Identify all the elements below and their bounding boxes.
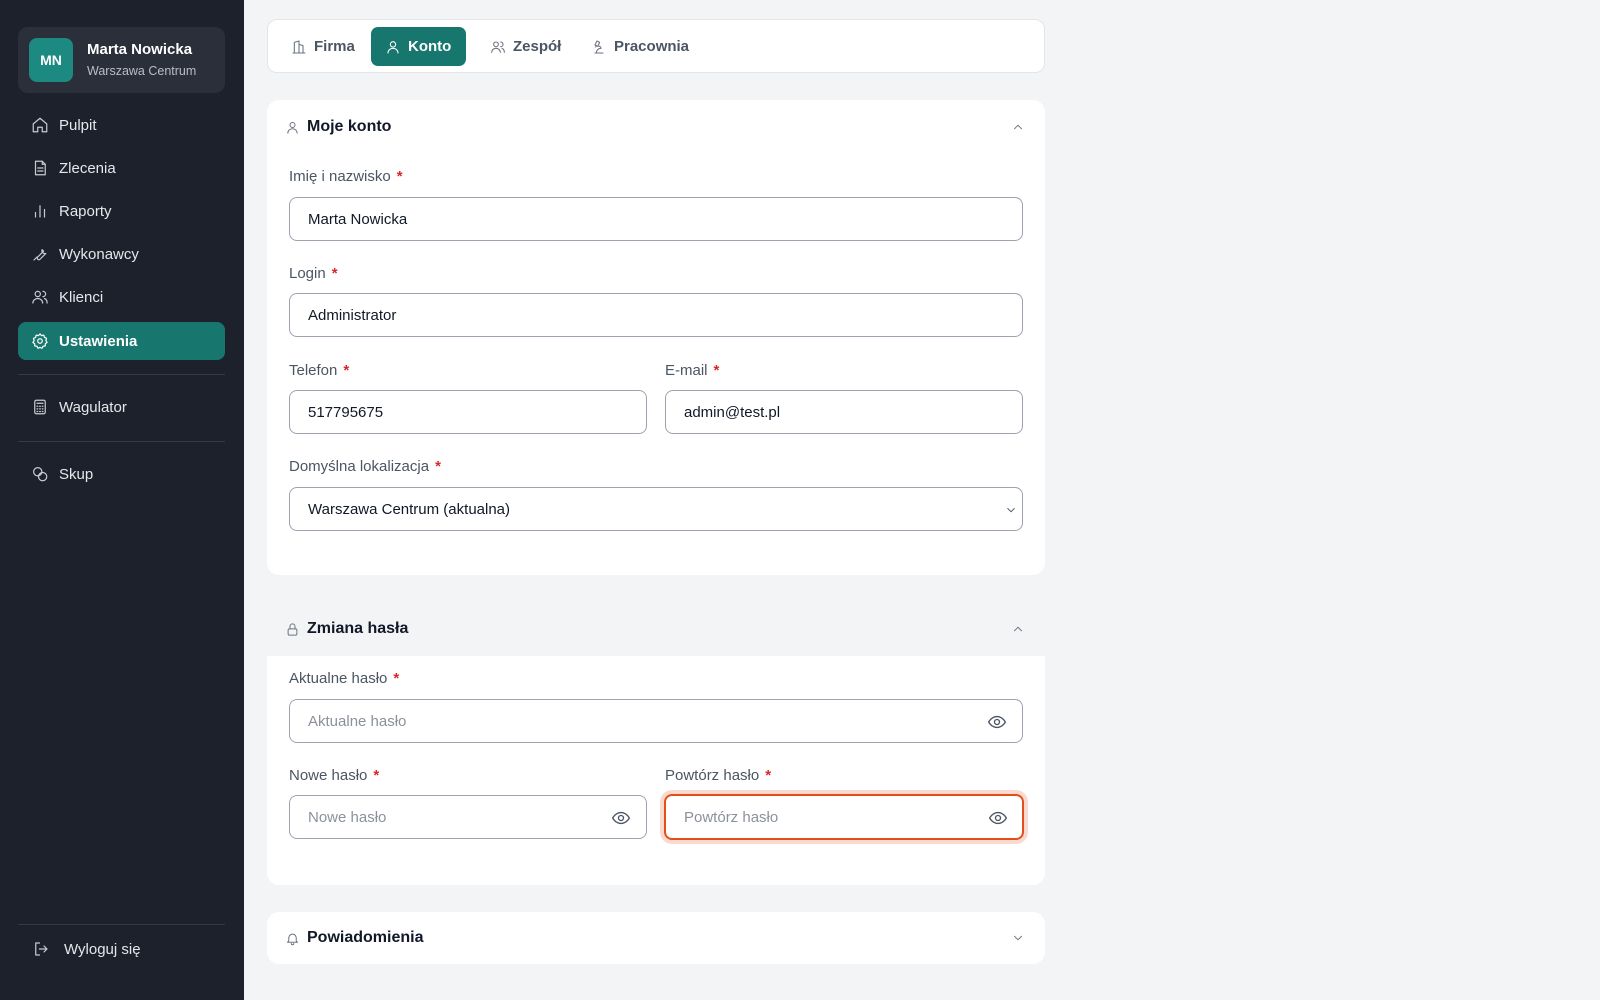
notifications-card-header[interactable]: Powiadomienia [267,912,1045,964]
home-icon [30,115,50,135]
account-card-header[interactable]: Moje konto [267,100,1045,154]
eye-icon[interactable] [988,808,1008,828]
new-password-label: Nowe hasło * [289,767,380,784]
sidebar-item-wykonawcy[interactable]: Wykonawcy [18,235,225,273]
current-password-label: Aktualne hasło * [289,670,400,687]
repeat-password-label: Powtórz hasło * [665,767,772,784]
chevron-up-icon[interactable] [1011,120,1025,134]
user-location: Warszawa Centrum [87,64,197,78]
email-label: E-mail * [665,362,720,379]
sidebar-item-label: Ustawienia [59,332,138,350]
email-field[interactable] [665,390,1023,434]
new-password-input[interactable] [290,796,646,838]
wrench-icon [30,244,50,264]
account-card: Moje konto Imię i nazwisko* Login* Telef… [267,100,1045,575]
name-input[interactable] [290,198,1022,240]
location-select[interactable]: Warszawa Centrum (aktualna) [289,487,1023,531]
user-icon [285,120,300,135]
tab-firma[interactable]: Firma [277,27,370,66]
card-title: Moje konto [307,118,392,135]
phone-field[interactable] [289,390,647,434]
sidebar-item-label: Raporty [59,202,112,220]
sidebar-item-raporty[interactable]: Raporty [18,192,225,230]
logout-label: Wyloguj się [64,940,141,958]
email-input[interactable] [666,391,1022,433]
gear-icon [30,331,50,351]
avatar: MN [29,38,73,82]
microscope-icon [594,39,604,54]
document-icon [30,158,50,178]
calculator-icon [30,397,50,417]
password-card: Zmiana hasła Aktualne hasło * Nowe hasło *… [267,602,1045,885]
sidebar-item-zlecenia[interactable]: Zlecenia [18,149,225,187]
phone-input[interactable] [290,391,646,433]
tab-label: Konto [408,38,452,55]
logout-icon [31,939,51,959]
sidebar-item-wagulator[interactable]: Wagulator [18,388,225,426]
login-input[interactable] [290,294,1022,336]
chevron-up-icon[interactable] [1011,622,1025,636]
sidebar-item-klienci[interactable]: Klienci [18,278,225,316]
card-title: Zmiana hasła [307,620,409,637]
repeat-password-field[interactable] [664,794,1024,840]
chevron-down-icon[interactable] [1011,931,1025,945]
sidebar-item-label: Pulpit [59,116,97,134]
team-icon [491,40,505,53]
building-icon [292,39,306,54]
divider [18,374,225,375]
user-card[interactable]: MN Marta Nowicka Warszawa Centrum [18,27,225,93]
sidebar-item-skup[interactable]: Skup [18,455,225,493]
card-title: Powiadomienia [307,929,424,946]
tab-label: Pracownia [614,38,690,55]
sidebar-item-label: Wagulator [59,398,127,416]
phone-label: Telefon * [289,362,350,379]
user-icon [387,40,399,54]
name-label: Imię i nazwisko * [289,168,403,185]
current-password-input[interactable] [290,700,1022,742]
logout-button[interactable]: Wyloguj się [18,930,225,968]
tab-label: Firma [314,38,355,55]
eye-icon[interactable] [987,712,1007,732]
notifications-card: Powiadomienia [267,912,1045,964]
tab-konto[interactable]: Konto [371,27,467,66]
tab-label: Zespół [513,38,562,55]
users-icon [30,287,50,307]
settings-tabs: Firma Konto Zespół Pracownia [267,19,1045,73]
user-name: Marta Nowicka [87,41,193,58]
divider [18,441,225,442]
login-label: Login * [289,265,338,282]
chevron-down-icon [986,503,1015,517]
divider [18,924,225,925]
sidebar-item-label: Skup [59,465,94,483]
eye-icon[interactable] [611,808,631,828]
new-password-field[interactable] [289,795,647,839]
repeat-password-input[interactable] [666,796,1022,838]
location-value: Warszawa Centrum (aktualna) [308,500,511,518]
sidebar-item-label: Zlecenia [59,159,116,177]
current-password-field[interactable] [289,699,1023,743]
bell-icon [285,931,300,946]
lock-icon [285,622,300,637]
login-field[interactable] [289,293,1023,337]
password-card-header[interactable]: Zmiana hasła [267,602,1045,656]
sidebar-item-label: Wykonawcy [59,245,139,263]
bar-chart-icon [30,201,50,221]
name-field[interactable] [289,197,1023,241]
sidebar-item-label: Klienci [59,288,104,306]
tab-zespol[interactable]: Zespół [476,27,576,66]
coins-icon [30,464,50,484]
sidebar-item-ustawienia[interactable]: Ustawienia [18,322,225,360]
sidebar-item-pulpit[interactable]: Pulpit [18,106,225,144]
tab-pracownia[interactable]: Pracownia [577,27,704,66]
location-label: Domyślna lokalizacja * [289,458,441,475]
sidebar: MN Marta Nowicka Warszawa Centrum Pulpit… [0,0,244,1000]
